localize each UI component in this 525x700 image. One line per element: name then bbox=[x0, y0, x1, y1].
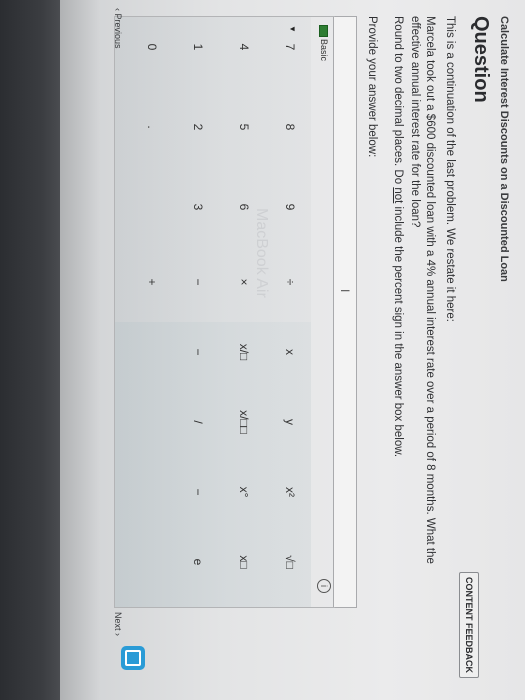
key-x[interactable]: x bbox=[275, 322, 305, 382]
help-button[interactable] bbox=[121, 646, 145, 670]
key-1[interactable]: 1 bbox=[183, 17, 213, 77]
question-page: Calculate Interest Discounts on a Discou… bbox=[60, 0, 525, 700]
watermark: MacBook Air bbox=[253, 208, 270, 298]
math-toolbar: Basic i bbox=[311, 16, 335, 608]
key-slash[interactable]: / bbox=[183, 392, 213, 452]
key-fraction[interactable]: x/□ bbox=[229, 322, 259, 382]
laptop-screen: Calculate Interest Discounts on a Discou… bbox=[60, 0, 525, 700]
key-7[interactable]: 7 bbox=[275, 17, 305, 77]
instruction-part-2: include the percent sign in the answer b… bbox=[392, 203, 404, 458]
key-subscript[interactable]: x□ bbox=[229, 532, 259, 592]
key-exponent[interactable]: x° bbox=[229, 462, 259, 522]
rounding-instruction: Round to two decimal places. Do not incl… bbox=[390, 16, 405, 457]
key-square-root[interactable]: √□ bbox=[275, 532, 305, 592]
key-x-squared[interactable]: x² bbox=[275, 462, 305, 522]
key-decimal[interactable]: . bbox=[137, 97, 167, 157]
key-9[interactable]: 9 bbox=[275, 177, 305, 237]
page-title: Question bbox=[470, 16, 492, 103]
message-icon bbox=[125, 650, 141, 666]
keyboard-icon[interactable] bbox=[319, 25, 328, 37]
key-2[interactable]: 2 bbox=[183, 97, 213, 157]
answer-input[interactable]: I bbox=[333, 16, 357, 608]
key-dash[interactable]: − bbox=[183, 462, 213, 522]
key-5[interactable]: 5 bbox=[229, 97, 259, 157]
key-4[interactable]: 4 bbox=[229, 17, 259, 77]
instruction-part-1: Round to two decimal places. Do bbox=[392, 16, 404, 188]
function-pad: x y x² √□ x/□ x/□□ x° x□ − / − e bbox=[115, 322, 311, 607]
key-neg[interactable]: − bbox=[183, 322, 213, 382]
key-y[interactable]: y bbox=[275, 392, 305, 452]
breadcrumb: Calculate Interest Discounts on a Discou… bbox=[498, 16, 510, 282]
previous-button[interactable]: ‹ Previous bbox=[113, 8, 123, 49]
math-keypad: ▼ 7 8 9 ÷ 4 5 6 × 1 2 3 − 0 . + x y x² √… bbox=[114, 16, 311, 608]
laptop-bezel bbox=[0, 0, 60, 700]
answer-prompt: Provide your answer below: bbox=[366, 16, 378, 158]
key-divide[interactable]: ÷ bbox=[275, 252, 305, 312]
text-cursor: I bbox=[338, 289, 352, 293]
question-intro: This is a continuation of the last probl… bbox=[444, 16, 456, 322]
question-text: Marcela took out a $600 discounted loan … bbox=[409, 16, 436, 564]
key-mixed-fraction[interactable]: x/□□ bbox=[229, 392, 259, 452]
key-plus[interactable]: + bbox=[137, 252, 167, 312]
info-icon[interactable]: i bbox=[317, 579, 331, 593]
next-button[interactable]: Next › bbox=[113, 612, 123, 636]
content-feedback-button[interactable]: CONTENT FEEDBACK bbox=[459, 572, 479, 678]
key-3[interactable]: 3 bbox=[183, 177, 213, 237]
instruction-underlined: not bbox=[392, 187, 404, 204]
number-pad: ▼ 7 8 9 ÷ 4 5 6 × 1 2 3 − 0 . + bbox=[115, 17, 311, 322]
key-e[interactable]: e bbox=[183, 532, 213, 592]
key-8[interactable]: 8 bbox=[275, 97, 305, 157]
answer-area: I Basic i ▼ 7 8 9 ÷ 4 5 6 × 1 2 3 − 0 . … bbox=[81, 16, 357, 692]
key-minus[interactable]: − bbox=[183, 252, 213, 312]
key-0[interactable]: 0 bbox=[137, 17, 167, 77]
mode-label[interactable]: Basic bbox=[319, 39, 329, 61]
